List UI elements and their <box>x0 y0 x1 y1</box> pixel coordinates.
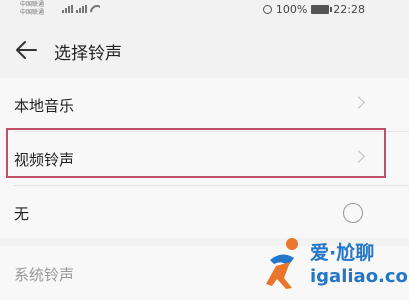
status-time: 22:28 <box>333 3 365 16</box>
alarm-icon <box>262 5 272 14</box>
signal-icon <box>76 5 87 13</box>
watermark: 爱·尬聊 igaliao.com <box>262 234 409 294</box>
signal-icon <box>62 5 73 13</box>
list-item-none[interactable]: 无 <box>0 186 409 240</box>
section-label: 系统铃声 <box>14 266 75 284</box>
highlight-box <box>6 128 386 178</box>
carrier-labels: 中国联通 中国联通 <box>20 1 44 17</box>
watermark-name: 爱·尬聊 <box>310 242 375 264</box>
title-bar: 选择铃声 <box>0 30 409 70</box>
wifi-icon <box>90 5 100 13</box>
list-item-label: 无 <box>14 205 30 223</box>
list-item-local-music[interactable]: 本地音乐 <box>0 78 409 132</box>
back-arrow-icon[interactable] <box>14 40 38 60</box>
watermark-url: igaliao.com <box>310 266 409 287</box>
list-item-label: 本地音乐 <box>14 97 75 115</box>
carrier-label-2: 中国联通 <box>20 9 45 16</box>
radio-button[interactable] <box>343 203 363 223</box>
signal-group <box>62 5 100 13</box>
runner-logo-icon <box>266 238 298 289</box>
chevron-right-icon <box>352 96 365 109</box>
battery-percent: 100% <box>275 3 308 16</box>
status-bar: 中国联通 中国联通 100% 22:28 <box>0 0 409 22</box>
page-title: 选择铃声 <box>54 44 122 64</box>
battery-icon <box>311 5 333 14</box>
carrier-label-1: 中国联通 <box>20 1 45 8</box>
status-right: 100% 22:28 <box>262 3 365 16</box>
